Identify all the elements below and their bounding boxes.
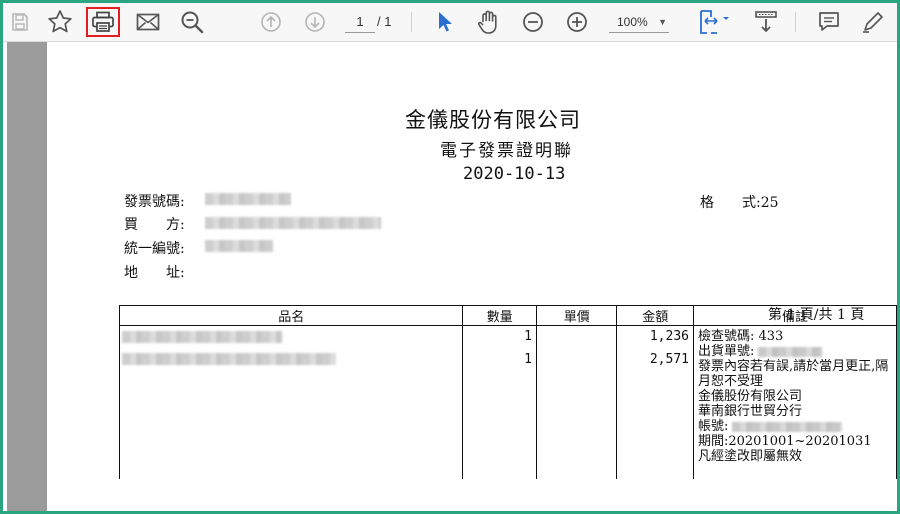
quantity-cell: 1 1 (462, 325, 537, 479)
toolbar-divider (411, 12, 412, 32)
redacted-item-2 (122, 353, 336, 365)
amount-cell: 1,236 2,571 (616, 325, 694, 479)
page-number-input[interactable]: 1 (345, 12, 375, 33)
buyer-label: 買 方: (124, 217, 185, 233)
void-notice: 凡經塗改即屬無效 (697, 449, 802, 464)
bank-name: 華南銀行世貿分行 (697, 404, 802, 419)
zoom-in-icon[interactable] (562, 7, 592, 37)
amount-value: 1,236 (649, 329, 689, 344)
table-row: 1 1 1,236 2,571 檢查號碼: 433 出貨單號: 發票內容若有誤,… (118, 325, 897, 479)
notes-company: 金儀股份有限公司 (697, 389, 802, 404)
chevron-down-icon: ▼ (658, 17, 667, 27)
header-unit-price: 單價 (535, 305, 618, 326)
page-total-label: / 1 (377, 14, 392, 29)
unit-price-cell (535, 325, 618, 479)
format-label: 格 式:25 (700, 195, 779, 211)
pen-icon[interactable] (858, 7, 888, 37)
print-button[interactable] (86, 7, 120, 37)
document-viewer[interactable]: 金儀股份有限公司 電子發票證明聯 2020-10-13 發票號碼: 買 方: 統… (3, 42, 897, 511)
zoom-out-icon[interactable] (518, 7, 548, 37)
tax-id-label: 統一編號: (124, 241, 185, 257)
save-icon[interactable] (5, 7, 35, 37)
check-number: 檢查號碼: 433 (697, 329, 784, 344)
invoice-table: 品名 數量 單價 金額 備註 1 1 1,236 2,571 檢查號碼: 433… (118, 305, 897, 479)
next-page-icon[interactable] (300, 7, 330, 37)
header-item-name: 品名 (118, 305, 464, 326)
hand-tool-icon[interactable] (474, 7, 504, 37)
zoom-value: 100% (617, 15, 648, 29)
select-cursor-icon[interactable] (430, 7, 460, 37)
correction-notice: 發票內容若有誤,請於當月更正,隔月恕不受理 (697, 359, 889, 389)
redacted-tax-id (205, 240, 273, 252)
redacted-item-1 (122, 331, 282, 343)
sidebar-gutter (7, 42, 47, 511)
comment-icon[interactable] (814, 7, 844, 37)
app-frame: 1 / 1 100% ▼ 金儀股份有限公司 電子發票證明聯 2020-10-13… (0, 0, 900, 514)
scroll-mode-icon[interactable] (751, 7, 781, 37)
toolbar-divider (795, 12, 796, 32)
invoice-number-label: 發票號碼: (124, 194, 185, 210)
header-notes: 備註 (692, 305, 897, 326)
zoom-level-select[interactable]: 100% ▼ (609, 12, 669, 33)
bookmark-star-icon[interactable] (45, 7, 75, 37)
redacted-buyer (205, 217, 381, 229)
delivery-number-label: 出貨單號: (697, 344, 755, 359)
account-line: 帳號: (698, 419, 892, 434)
quantity-value: 1 (524, 352, 532, 367)
delivery-number-line: 出貨單號: (698, 344, 892, 359)
invoice-page: 金儀股份有限公司 電子發票證明聯 2020-10-13 發票號碼: 買 方: 統… (47, 42, 897, 511)
header-amount: 金額 (616, 305, 694, 326)
item-name-cell (118, 325, 464, 479)
notes-cell: 檢查號碼: 433 出貨單號: 發票內容若有誤,請於當月更正,隔月恕不受理 金儀… (692, 325, 897, 479)
toolbar: 1 / 1 100% ▼ (3, 3, 897, 42)
invoice-date: 2020-10-13 (463, 164, 566, 184)
redacted-delivery-number (758, 346, 823, 357)
search-zoom-icon[interactable] (177, 7, 207, 37)
company-title: 金儀股份有限公司 (405, 108, 581, 132)
previous-page-icon[interactable] (256, 7, 286, 37)
billing-period: 期間:20201001~20201031 (697, 434, 872, 449)
amount-value: 2,571 (649, 352, 689, 367)
print-icon (92, 11, 114, 32)
redacted-account (732, 421, 843, 432)
document-subtitle: 電子發票證明聯 (440, 141, 573, 161)
account-label: 帳號: (697, 419, 729, 434)
header-quantity: 數量 (462, 305, 537, 326)
address-label: 地 址: (124, 265, 185, 281)
email-icon[interactable] (133, 7, 163, 37)
fit-page-icon[interactable] (694, 7, 734, 37)
redacted-invoice-number (205, 193, 291, 205)
quantity-value: 1 (524, 329, 532, 344)
